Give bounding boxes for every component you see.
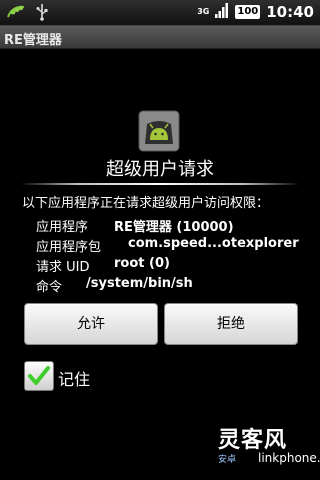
uid-label: 请求 UID (36, 260, 90, 275)
checkmark-icon (25, 366, 53, 394)
allow-button[interactable]: 允许 (24, 303, 158, 345)
dialog-title: 超级用户请求 (106, 159, 214, 180)
deny-button[interactable]: 拒绝 (164, 303, 298, 345)
status-bar: 3G 100 10:40 (0, 0, 320, 26)
uid-value: root (0) (114, 256, 170, 271)
title-divider (20, 183, 300, 185)
package-value: com.speed...otexplorer (128, 236, 299, 251)
peapod-icon (6, 4, 26, 24)
superuser-android-icon (138, 110, 180, 152)
watermark-sub: 安卓 (218, 455, 237, 465)
battery-level: 100 (235, 5, 261, 19)
network-3g-icon: 3G (197, 8, 209, 16)
network-label: 3G (197, 7, 210, 16)
request-prompt: 以下应用程序正在请求超级用户访问权限： (22, 196, 270, 211)
package-label: 应用程序包 (36, 240, 102, 255)
app-title: RE管理器 (4, 33, 62, 48)
command-label: 命令 (36, 280, 63, 295)
clock: 10:40 (266, 3, 314, 21)
watermark-domain: linkphone.cn (258, 451, 320, 465)
watermark-logo: 灵客风 安卓 linkphone.cn (218, 420, 320, 476)
watermark-brand: 灵客风 (218, 428, 288, 453)
remember-label: 记住 (58, 370, 91, 389)
app-name-value: RE管理器 (10000) (114, 220, 234, 235)
app-name-label: 应用程序 (36, 220, 89, 235)
command-value: /system/bin/sh (86, 276, 193, 291)
app-title-bar: RE管理器 (0, 26, 320, 49)
signal-icon (215, 2, 229, 22)
usb-icon (36, 3, 48, 25)
remember-checkbox[interactable] (24, 361, 54, 391)
